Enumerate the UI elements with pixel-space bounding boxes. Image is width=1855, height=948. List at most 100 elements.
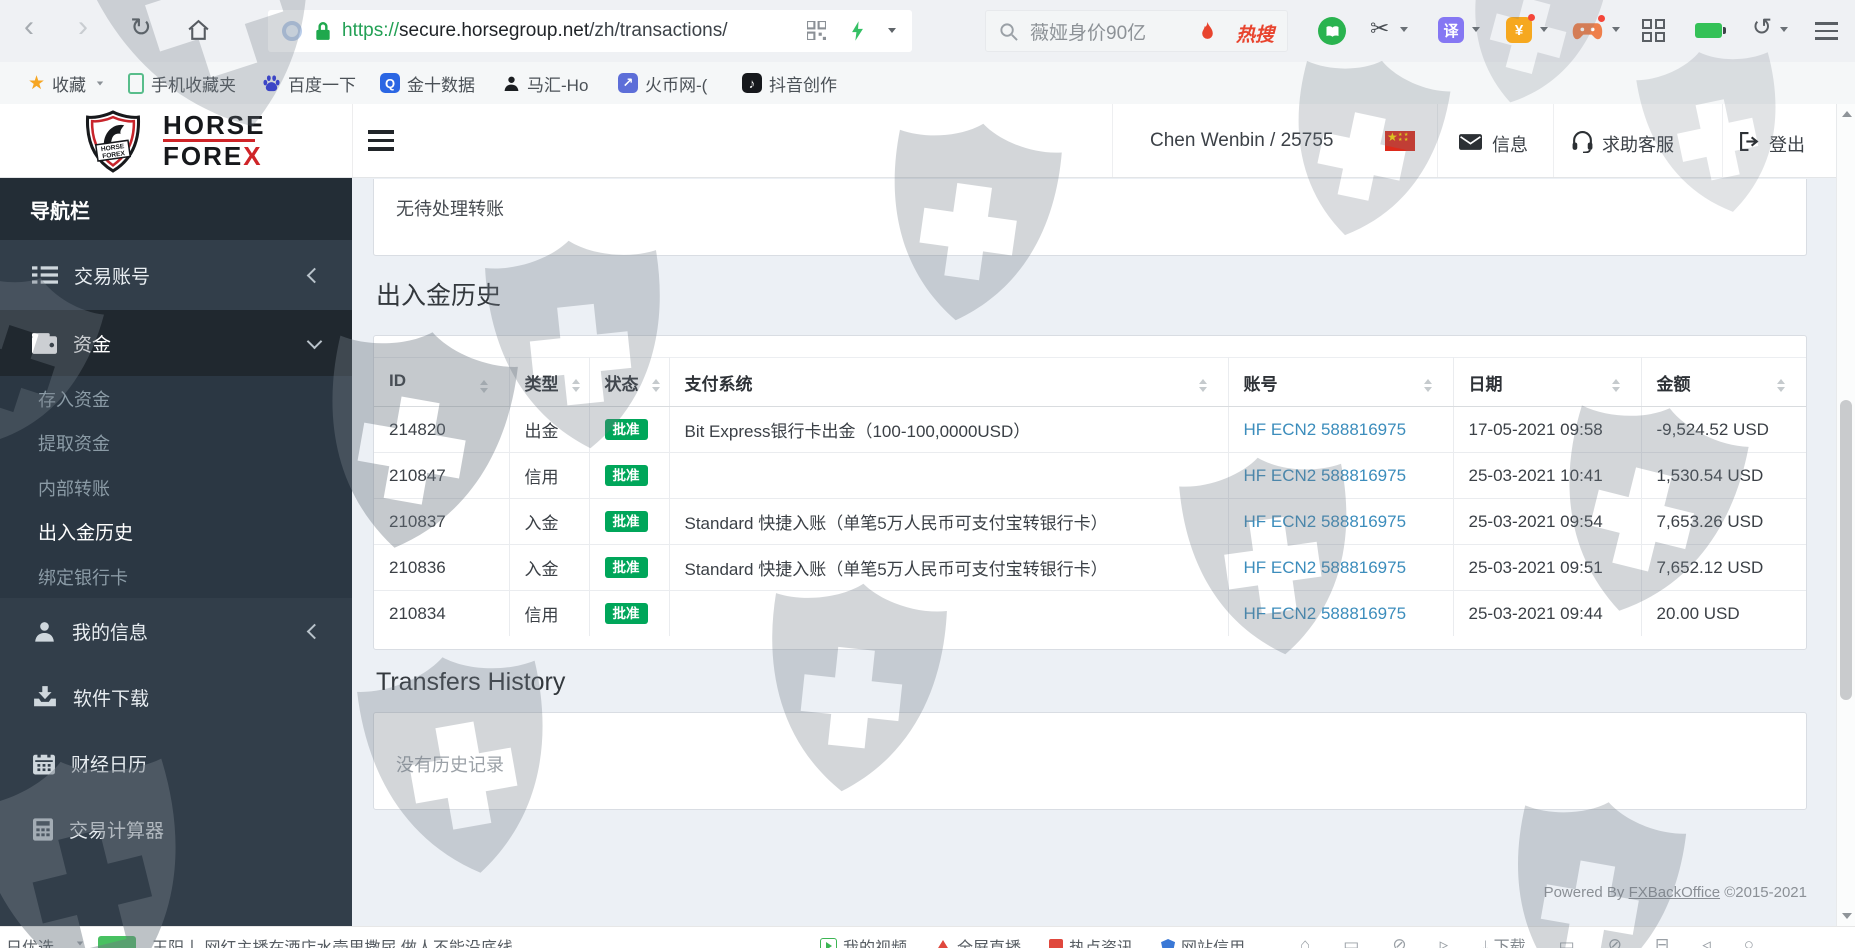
ticker-left-label[interactable]: 日优选	[6, 934, 54, 948]
undo-dropdown-icon[interactable]	[1780, 27, 1788, 32]
url-bar[interactable]: https://secure.horsegroup.net/zh/transac…	[268, 10, 912, 52]
ticker-tool-icon[interactable]: ⌂	[1300, 935, 1310, 948]
ticker-tool-icon[interactable]: ⊘	[1608, 935, 1622, 948]
home-icon[interactable]	[186, 18, 211, 48]
logo-area[interactable]: HORSE FOREX HORSE FOREX	[0, 104, 353, 177]
logout-icon[interactable]	[1739, 132, 1760, 156]
ticker-item-live[interactable]: 全屏直播	[935, 934, 1021, 948]
col-header-status[interactable]: 状态	[589, 358, 669, 407]
sort-icon[interactable]	[1612, 379, 1621, 392]
scroll-up-icon[interactable]	[1842, 111, 1852, 117]
bookmark-mahui[interactable]: 马汇-Ho	[503, 62, 588, 104]
sidebar-subitem-internal-transfer[interactable]: 内部转账	[0, 465, 352, 510]
ticker-dropdown-icon[interactable]	[77, 942, 83, 946]
scissors-icon[interactable]: ✂	[1370, 15, 1389, 42]
user-name[interactable]: Chen Wenbin / 25755	[1150, 130, 1333, 152]
battery-icon[interactable]	[1695, 23, 1722, 38]
sidebar-subitem-bind-bank-card[interactable]: 绑定银行卡	[0, 554, 352, 599]
games-dropdown-icon[interactable]	[1612, 27, 1620, 32]
translate-icon[interactable]: 译	[1438, 17, 1464, 43]
sort-icon[interactable]	[1424, 379, 1433, 392]
account-link[interactable]: HF ECN2 588816975	[1244, 604, 1407, 623]
china-flag-icon[interactable]: ★ ★ ★ ★ ★	[1385, 131, 1415, 151]
ticker-tool-icon[interactable]: ▭	[1343, 935, 1359, 948]
bookmark-douyin[interactable]: ♪ 抖音创作	[742, 62, 837, 104]
col-header-date[interactable]: 日期	[1453, 358, 1641, 407]
ticker-badge	[98, 936, 136, 948]
hot-search-label[interactable]: 热搜	[1236, 20, 1274, 47]
scrollbar-thumb[interactable]	[1840, 400, 1852, 700]
account-link[interactable]: HF ECN2 588816975	[1244, 466, 1407, 485]
browser-menu-icon[interactable]	[1815, 22, 1838, 40]
wallet-dropdown-icon[interactable]	[1540, 27, 1548, 32]
sidebar-item-calculator[interactable]: 交易计算器	[0, 796, 352, 863]
live-icon	[935, 940, 951, 948]
col-header-amount[interactable]: 金额	[1641, 358, 1806, 407]
sidebar-item-calendar[interactable]: 财经日历	[0, 730, 352, 796]
ticker-headline[interactable]: 王阳丨 网红主播在酒店水壶里撒尿 做人不能没底线	[152, 934, 513, 948]
back-icon[interactable]: ‹	[24, 12, 34, 42]
ticker-download[interactable]: ↓ 下载	[1481, 933, 1526, 948]
bookmark-baidu[interactable]: 百度一下	[262, 62, 356, 104]
sidebar-item-downloads[interactable]: 软件下载	[0, 664, 352, 730]
sort-icon[interactable]	[652, 379, 661, 392]
page-scrollbar[interactable]	[1836, 104, 1855, 926]
bookmark-mobile-favorites[interactable]: 手机收藏夹	[128, 62, 236, 104]
scissors-dropdown-icon[interactable]	[1400, 27, 1408, 32]
url-dropdown-icon[interactable]	[888, 28, 896, 33]
scroll-down-icon[interactable]	[1842, 913, 1852, 919]
ticker-tool-icon[interactable]: ◃	[1702, 935, 1711, 948]
sidebar-subitem-withdraw[interactable]: 提取资金	[0, 420, 352, 465]
sidebar-subitem-transactions-history[interactable]: 出入金历史	[0, 509, 352, 554]
col-header-payment-system[interactable]: 支付系统	[669, 358, 1228, 407]
sidebar-item-funds[interactable]: 资金	[0, 310, 352, 376]
support-label[interactable]: 求助客服	[1602, 131, 1674, 157]
favorites-dropdown-icon[interactable]	[97, 81, 103, 85]
games-icon[interactable]	[1572, 21, 1603, 47]
account-link[interactable]: HF ECN2 588816975	[1244, 420, 1407, 439]
search-query[interactable]: 薇娅身价90亿	[1030, 18, 1146, 45]
col-header-id[interactable]: ID	[374, 358, 509, 407]
cell-id: 214820	[374, 407, 509, 453]
messages-icon[interactable]	[1459, 134, 1482, 155]
browser-toolbar: ‹ › ↻ https://secure.horsegroup.net/zh/t…	[0, 0, 1855, 62]
account-link[interactable]: HF ECN2 588816975	[1244, 558, 1407, 577]
lightning-icon[interactable]	[851, 21, 864, 46]
sort-icon[interactable]	[1199, 379, 1208, 392]
sidebar-item-my-info[interactable]: 我的信息	[0, 598, 352, 664]
ticker-tool-icon[interactable]: ○	[1744, 935, 1754, 948]
logout-label[interactable]: 登出	[1769, 131, 1805, 157]
translate-dropdown-icon[interactable]	[1472, 27, 1480, 32]
ticker-item-my-videos[interactable]: 我的视频	[820, 934, 907, 948]
refresh-icon[interactable]: ↻	[130, 12, 152, 43]
apps-grid-icon[interactable]	[1642, 19, 1665, 42]
ticker-tool-icon[interactable]: ▹	[1440, 935, 1449, 948]
sort-icon[interactable]	[1777, 379, 1786, 392]
bookmark-jin10[interactable]: Q 金十数据	[380, 62, 475, 104]
sort-icon[interactable]	[572, 379, 581, 392]
undo-icon[interactable]: ↺	[1752, 13, 1772, 42]
col-header-type[interactable]: 类型	[509, 358, 589, 407]
messages-label[interactable]: 信息	[1492, 131, 1528, 157]
wallet-shield-icon[interactable]: ¥	[1506, 17, 1532, 43]
ticker-tool-icon[interactable]: ⊘	[1392, 935, 1406, 948]
qr-code-icon[interactable]	[807, 21, 826, 45]
sort-icon[interactable]	[480, 380, 489, 393]
sidebar-subitem-deposit[interactable]: 存入资金	[0, 376, 352, 421]
bookmark-huobi[interactable]: ↗ 火币网-(	[618, 62, 707, 104]
footer-link[interactable]: FXBackOffice	[1629, 884, 1720, 901]
ticker-item-site-credit[interactable]: 网站信用	[1161, 934, 1245, 948]
sidebar-toggle-icon[interactable]	[368, 130, 394, 151]
bookmark-favorites[interactable]: ★ 收藏	[28, 62, 104, 104]
ticker-item-hot-news[interactable]: 热点资讯	[1049, 934, 1133, 948]
sidebar-item-accounts[interactable]: 交易账号	[0, 240, 352, 310]
account-link[interactable]: HF ECN2 588816975	[1244, 512, 1407, 531]
wechat-reader-icon[interactable]	[1318, 17, 1346, 45]
ticker-tool-icon[interactable]: ▭	[1559, 935, 1575, 948]
search-box[interactable]: 薇娅身价90亿 热搜	[985, 10, 1288, 52]
support-headset-icon[interactable]	[1571, 130, 1594, 158]
ticker-tool-icon[interactable]: ⊟	[1655, 935, 1669, 948]
reader-mode-icon[interactable]	[282, 21, 302, 41]
col-header-account[interactable]: 账号	[1228, 358, 1453, 407]
forward-icon[interactable]: ›	[78, 12, 88, 42]
